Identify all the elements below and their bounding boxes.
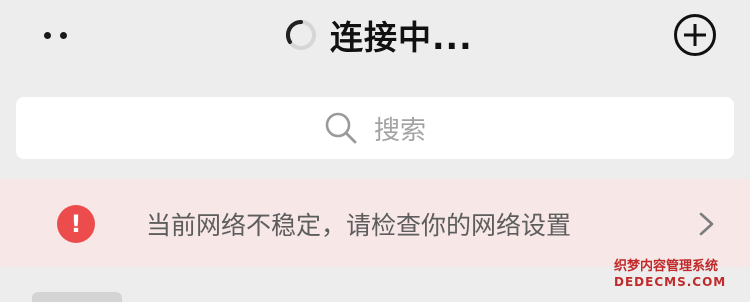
search-icon (325, 112, 357, 144)
page-title: 连接中... (330, 18, 473, 57)
search-placeholder: 搜索 (373, 115, 426, 146)
title-area: 连接中... (284, 10, 473, 60)
avatar[interactable] (32, 292, 122, 302)
plus-circle-icon[interactable] (672, 12, 718, 58)
chevron-right-icon (699, 212, 714, 236)
warning-icon: ! (57, 205, 95, 243)
more-dots-icon[interactable] (40, 26, 76, 46)
watermark-line2: DEDECMS.COM (614, 274, 727, 289)
spinner-icon (285, 19, 316, 50)
watermark: 织梦内容管理系统 DEDECMS.COM (614, 259, 744, 295)
network-warning-text: 当前网络不稳定，请检查你的网络设置 (146, 211, 572, 240)
search-bar[interactable]: 搜索 (16, 97, 734, 159)
watermark-line1: 织梦内容管理系统 (614, 259, 719, 274)
top-bar: 连接中... (0, 0, 750, 80)
